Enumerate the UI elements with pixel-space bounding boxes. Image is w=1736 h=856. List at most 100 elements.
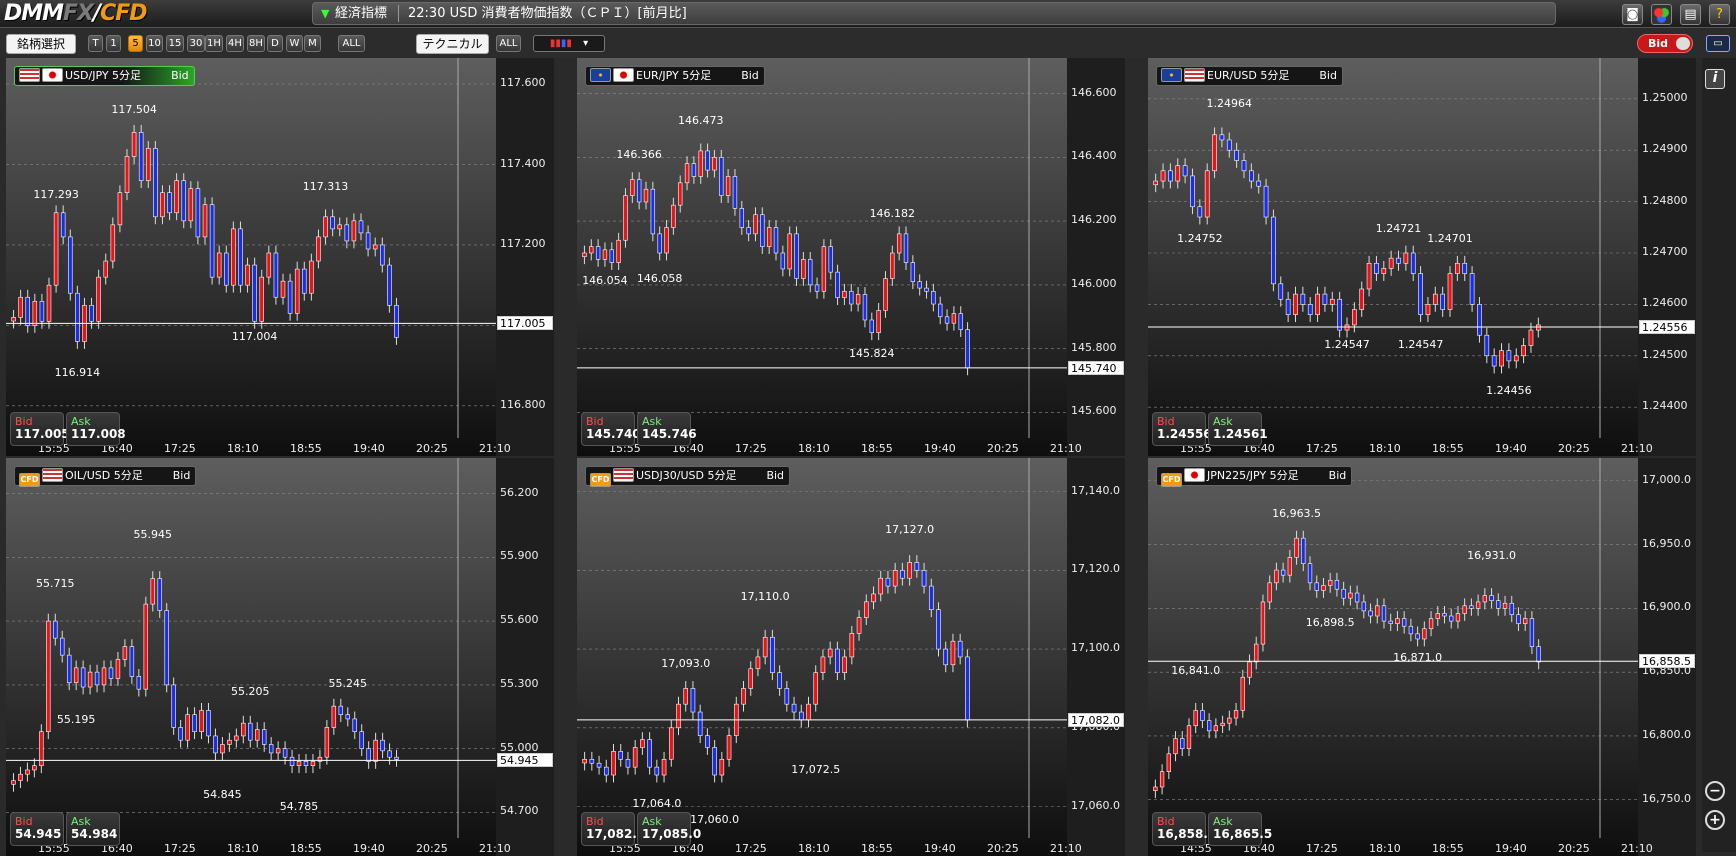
symbol-header[interactable]: EUR/USD 5分足 Bid — [1156, 66, 1343, 86]
timeframe-button-1[interactable]: 1 — [106, 35, 121, 52]
extreme-price-annotation: 1.24547 — [1324, 337, 1370, 351]
symbol-select-button[interactable]: 銘柄選択 — [6, 34, 76, 54]
candle — [1278, 283, 1284, 300]
time-tick: 21:10 — [1050, 442, 1082, 455]
time-tick: 21:10 — [1621, 842, 1653, 855]
candle — [1256, 180, 1262, 187]
candle — [1410, 252, 1416, 274]
chart-panel-4[interactable]: CFD USDJ30/USD 5分足 Bid 17,140.0 17,120.0 17,1… — [577, 458, 1125, 856]
symbol-header[interactable]: USD/JPY 5分足 Bid — [14, 66, 195, 86]
candle — [739, 208, 744, 228]
candle — [387, 264, 392, 306]
extreme-price-annotation: 55.945 — [133, 527, 173, 541]
candle — [1368, 610, 1373, 617]
chart-panel-0[interactable]: USD/JPY 5分足 Bid 117.600 117.400 117.200 117.0… — [6, 58, 554, 456]
zoom-in-icon[interactable]: + — [1705, 810, 1725, 830]
ask-quote-box[interactable]: Ask 117.008 — [66, 412, 126, 446]
chart-type-dropdown[interactable]: ▮▮▮▮ ▾ — [533, 35, 605, 52]
ask-quote-box[interactable]: Ask 16,865.5 — [1208, 812, 1272, 846]
extreme-price-annotation: 55.195 — [56, 713, 96, 727]
time-tick: 18:10 — [798, 842, 830, 855]
candlestick-chart[interactable] — [1148, 58, 1696, 456]
candle — [206, 710, 211, 737]
layout-single-icon[interactable]: ▭ — [1706, 35, 1730, 52]
chart-panel-2[interactable]: EUR/USD 5分足 Bid 1.25000 1.24900 1.24800 1.247… — [1148, 58, 1696, 456]
timeframe-all-button[interactable]: ALL — [338, 35, 365, 52]
timeframe-button-8h[interactable]: 8H — [247, 35, 265, 52]
price-tick: 16,950.0 — [1642, 536, 1691, 550]
candle — [241, 722, 246, 737]
extreme-price-annotation: 16,963.5 — [1272, 507, 1322, 521]
timeframe-button-1h[interactable]: 1H — [205, 35, 223, 52]
timeframe-button-m[interactable]: M — [304, 35, 321, 52]
chart-panel-5[interactable]: CFD JPN225/JPY 5分足 Bid 17,000.0 16,950.0 16,9… — [1148, 458, 1696, 856]
candle — [741, 688, 746, 705]
candlestick-chart[interactable] — [577, 58, 1125, 456]
candle — [784, 688, 790, 705]
current-price-label: 1.24556 — [1639, 320, 1695, 334]
ask-quote-box[interactable]: Ask 1.24561 — [1208, 412, 1268, 446]
technical-button[interactable]: テクニカル — [416, 34, 489, 54]
candlestick-chart[interactable] — [6, 458, 554, 856]
ask-quote-box[interactable]: Ask 54.984 — [66, 812, 120, 846]
zoom-out-icon[interactable]: − — [1705, 781, 1725, 801]
candle — [820, 656, 826, 673]
candle — [863, 601, 869, 618]
timeframe-button-30[interactable]: 30 — [187, 35, 205, 52]
camera-icon[interactable]: ◙ — [1622, 4, 1643, 25]
candle — [609, 249, 614, 263]
ask-quote-box[interactable]: Ask 17,085.0 — [637, 812, 701, 846]
ask-quote-box[interactable]: Ask 145.746 — [637, 412, 697, 446]
candle — [1442, 613, 1447, 617]
bid-quote-box[interactable]: Bid 145.740 — [581, 412, 641, 446]
candlestick-chart[interactable] — [6, 58, 554, 456]
candle — [1366, 262, 1372, 290]
timeframe-button-t[interactable]: T — [88, 35, 103, 52]
bid-quote-box[interactable]: Bid 1.24556 — [1152, 412, 1212, 446]
help-icon[interactable]: ? — [1709, 4, 1730, 25]
candle — [1388, 257, 1394, 269]
timeframe-button-15[interactable]: 15 — [166, 35, 184, 52]
timeframe-button-5[interactable]: 5 — [128, 35, 143, 52]
symbol-header[interactable]: CFD JPN225/JPY 5分足 Bid — [1156, 466, 1353, 487]
extreme-price-annotation: 117.293 — [33, 187, 79, 201]
price-tick: 1.24800 — [1642, 193, 1688, 207]
symbol-name: EUR/USD 5分足 — [1207, 69, 1290, 82]
chart-panel-1[interactable]: EUR/JPY 5分足 Bid 146.600 146.400 146.200 146.0… — [577, 58, 1125, 456]
candle — [199, 710, 204, 732]
candle — [1301, 537, 1306, 564]
candle — [25, 769, 30, 775]
info-icon[interactable]: i — [1705, 69, 1725, 89]
print-icon[interactable]: ▤ — [1680, 4, 1701, 25]
symbol-header[interactable]: CFD OIL/USD 5分足 Bid — [14, 466, 197, 487]
timeframe-button-d[interactable]: D — [267, 35, 283, 52]
symbol-name: JPN225/JPY 5分足 — [1207, 469, 1299, 482]
candle — [924, 287, 929, 292]
technical-all-button[interactable]: ALL — [496, 35, 521, 52]
color-palette-icon[interactable] — [1651, 4, 1672, 25]
candle — [303, 761, 309, 767]
candle — [1207, 720, 1212, 732]
news-ticker[interactable]: ▼ 経済指標 22:30 USD 消費者物価指数（ＣＰＩ）[前月比] — [312, 2, 1556, 25]
bid-quote-box[interactable]: Bid 54.945 — [10, 812, 64, 846]
candle — [794, 233, 799, 279]
bid-quote-box[interactable]: Bid 117.005 — [10, 412, 70, 446]
symbol-header[interactable]: CFD USDJ30/USD 5分足 Bid — [585, 466, 791, 487]
candle — [684, 163, 690, 184]
bid-quote-box[interactable]: Bid 17,082.0 — [581, 812, 645, 846]
candle — [705, 150, 710, 171]
bid-quote-box[interactable]: Bid 16,858.5 — [1152, 812, 1216, 846]
chart-background — [6, 458, 496, 856]
bid-ask-toggle[interactable]: Bid — [1637, 34, 1693, 53]
candle — [1315, 293, 1320, 315]
timeframe-button-4h[interactable]: 4H — [226, 35, 244, 52]
timeframe-button-w[interactable]: W — [286, 35, 303, 52]
us-flag-icon — [613, 468, 634, 482]
time-tick: 17:25 — [1306, 842, 1338, 855]
symbol-header[interactable]: EUR/JPY 5分足 Bid — [585, 66, 765, 86]
timeframe-button-10[interactable]: 10 — [146, 35, 163, 52]
candle — [1322, 293, 1328, 305]
candle — [883, 278, 888, 311]
candle — [931, 290, 936, 305]
chart-panel-3[interactable]: CFD OIL/USD 5分足 Bid 56.200 55.900 55.600 55.30… — [6, 458, 554, 856]
